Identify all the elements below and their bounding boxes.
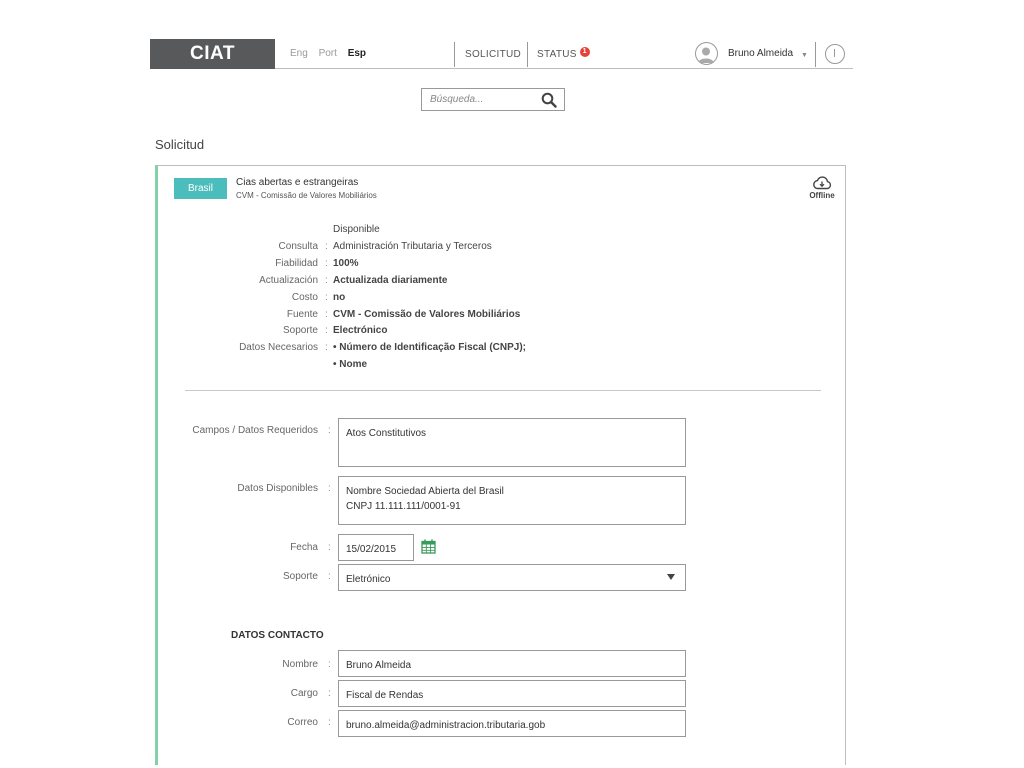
disponibles-line: Nombre Sociedad Abierta del Brasil [346,486,504,497]
source-card: Brasil Cias abertas e estrangeiras CVM -… [155,165,846,765]
language-switcher: Eng Port Esp [290,39,374,69]
campos-label: Campos / Datos Requeridos [192,425,318,436]
correo-value: bruno.almeida@administracion.tributaria.… [346,720,546,731]
nombre-value: Bruno Almeida [346,660,412,671]
detail-label: Fiabilidad [275,258,318,269]
field-colon: : [328,571,331,582]
detail-colon: : [325,241,328,252]
contact-section-title: DATOS CONTACTO [231,630,324,641]
campos-field[interactable]: Atos Constitutivos [338,418,686,467]
calendar-icon[interactable] [421,539,436,554]
disponibles-label: Datos Disponibles [237,483,318,494]
field-colon: : [328,483,331,494]
fecha-field[interactable]: 15/02/2015 [338,534,414,561]
avatar[interactable] [695,42,718,65]
field-colon: : [328,688,331,699]
detail-label: Actualización [259,275,318,286]
detail-colon: : [325,309,328,320]
offline-indicator[interactable]: Offline [805,176,839,200]
power-icon[interactable] [825,44,845,64]
detail-value-extra: • Nome [333,359,368,370]
correo-field[interactable]: bruno.almeida@administracion.tributaria.… [338,710,686,737]
soporte-label: Soporte [282,571,318,582]
detail-colon: : [325,325,328,336]
cargo-label: Cargo [290,688,318,699]
availability-status: Disponible [333,224,380,235]
detail-value: CVM - Comissão de Valores Mobiliários [333,309,521,320]
nav-divider [454,42,455,67]
lang-eng[interactable]: Eng [290,48,308,59]
detail-colon: : [325,342,328,353]
detail-label: Costo [291,292,318,303]
soporte-select[interactable]: Eletrónico [338,564,686,591]
detail-value: Administración Tributaria y Terceros [333,241,492,252]
campos-value: Atos Constitutivos [346,428,427,439]
page-title: Solicitud [155,137,205,152]
nav-divider [527,42,528,67]
field-colon: : [328,542,331,553]
fecha-value: 15/02/2015 [346,544,397,555]
detail-value: • Número de Identificação Fiscal (CNPJ); [333,342,526,353]
user-icon [698,47,714,63]
chevron-down-icon[interactable]: ▼ [801,52,808,59]
source-subtitle: CVM - Comissão de Valores Mobiliários [236,191,377,200]
nav-divider [815,42,816,67]
cargo-value: Fiscal de Rendas [346,690,424,701]
nav-status-label: STATUS [537,49,577,60]
search-icon[interactable] [541,92,557,108]
ciat-logo[interactable]: CIAT [150,39,275,69]
status-badge: 1 [579,47,590,57]
user-name[interactable]: Bruno Almeida [728,39,793,69]
country-tag: Brasil [174,178,227,199]
dropdown-arrow-icon [667,574,675,580]
top-bar: CIAT Eng Port Esp SOLICITUD STATUS 1 Brun… [150,39,853,69]
nombre-label: Nombre [282,659,318,670]
correo-label: Correo [287,717,318,728]
detail-label: Fuente [286,309,318,320]
field-colon: : [328,659,331,670]
detail-value: Electrónico [333,325,388,336]
field-colon: : [328,425,331,436]
detail-label: Consulta [278,241,318,252]
cloud-download-icon [813,176,832,190]
disponibles-field[interactable]: Nombre Sociedad Abierta del Brasil CNPJ … [338,476,686,525]
nav-solicitud[interactable]: SOLICITUD [465,39,521,69]
nombre-field[interactable]: Bruno Almeida [338,650,686,677]
detail-value: Actualizada diariamente [333,275,448,286]
lang-port[interactable]: Port [319,48,337,59]
source-title: Cias abertas e estrangeiras [236,177,359,188]
cargo-field[interactable]: Fiscal de Rendas [338,680,686,707]
detail-colon: : [325,292,328,303]
soporte-value: Eletrónico [346,574,391,585]
section-divider [185,390,821,391]
detail-colon: : [325,258,328,269]
search-input[interactable] [422,89,540,110]
disponibles-line: CNPJ 11.111.111/0001-91 [346,501,461,512]
search-box [421,88,565,111]
fecha-label: Fecha [290,542,318,553]
field-colon: : [328,717,331,728]
offline-label: Offline [809,191,835,200]
nav-status[interactable]: STATUS 1 [537,39,590,69]
detail-value: no [333,292,346,303]
detail-value: 100% [333,258,359,269]
lang-esp[interactable]: Esp [348,48,366,59]
detail-label: Soporte [282,325,318,336]
detail-colon: : [325,275,328,286]
detail-label: Datos Necesarios [239,342,318,353]
